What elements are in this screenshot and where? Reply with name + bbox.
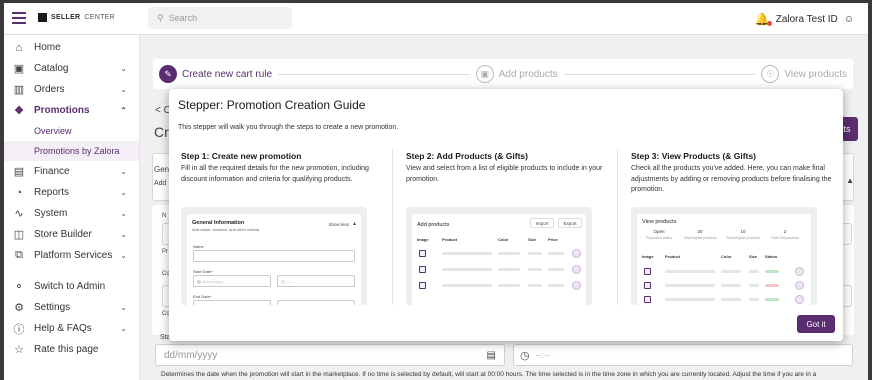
sidebar-item-system[interactable]: ∿ System ⌄ (4, 203, 139, 224)
chevron-down-icon: ⌄ (120, 64, 127, 73)
sidebar-item-finance[interactable]: ▤ Finance ⌄ (4, 161, 139, 182)
calendar-icon: ▤ (486, 349, 496, 361)
catalog-icon: ▣ (13, 63, 25, 75)
page-title: Cr (154, 124, 169, 140)
got-it-button[interactable]: Got it (797, 315, 835, 333)
home-icon: ⌂ (15, 41, 23, 54)
guide-step-3: Step 3: View Products (& Gifts) Check al… (631, 151, 832, 193)
platform-icon: ⧉ (15, 249, 23, 261)
finance-icon: ▤ (13, 166, 25, 178)
sidebar: ⌂ Home ▣ Catalog ⌄ ▥ Orders ⌄ ❖ Promotions ⌃ Ov… (4, 35, 140, 380)
start-date-row: dd/mm/yyyy ▤ ◷ --:-- (155, 344, 853, 366)
user-icon[interactable]: ☺ (844, 14, 854, 25)
pencil-icon: ✎ (159, 65, 177, 83)
user-name: Zalora Test ID (775, 13, 838, 25)
logo-icon (38, 13, 47, 22)
guide-step-2: Step 2: Add Products (& Gifts) View and … (406, 151, 603, 183)
modal-title: Stepper: Promotion Creation Guide (178, 98, 366, 112)
sidebar-subitem-promotions-by-zalora[interactable]: Promotions by Zalora (4, 141, 139, 161)
step-create-cart-rule: Create new cart rule (182, 68, 273, 80)
chevron-down-icon: ⌄ (120, 85, 127, 94)
preview-view-products: View products Open Promotion status 20 Tot… (631, 207, 817, 305)
step-view-products: View products (784, 68, 847, 80)
clock-icon: ◷ (520, 349, 530, 362)
help-icon: ⓘ (13, 323, 25, 336)
sidebar-item-switch-to-admin[interactable]: ⚬ Switch to Admin (4, 276, 139, 297)
user-menu[interactable]: 🔔 Zalora Test ID ☺ (755, 12, 854, 26)
chevron-down-icon: ⌄ (120, 230, 127, 239)
page-stepper: ✎ Create new cart rule ▣ Add products ☉ … (153, 59, 853, 89)
chevron-up-icon: ⌃ (120, 106, 127, 115)
preview-general-info: General Information Add name, duration, … (181, 207, 367, 305)
bell-icon[interactable]: 🔔 (755, 12, 772, 26)
store-icon: ◫ (13, 229, 25, 241)
guide-step-1: Step 1: Create new promotion Fill in all… (181, 151, 369, 183)
chevron-down-icon: ⌄ (120, 209, 127, 218)
search-input[interactable]: ⚲ Search (148, 7, 292, 29)
chevron-up-icon: ▲ (352, 221, 357, 227)
menu-icon[interactable] (12, 12, 26, 24)
start-date-help: Determines the date when the promotion w… (161, 371, 817, 378)
start-date-input[interactable]: dd/mm/yyyy ▤ (155, 344, 505, 366)
chevron-down-icon: ⌄ (120, 188, 127, 197)
top-bar: SELLER CENTER ⚲ Search 🔔 Zalora Test ID ☺ (4, 3, 868, 35)
gift-icon: ❖ (14, 105, 24, 117)
modal-description: This stepper will walk you through the s… (178, 124, 399, 131)
sidebar-item-home[interactable]: ⌂ Home (4, 37, 139, 58)
sidebar-item-promotions[interactable]: ❖ Promotions ⌃ (4, 100, 139, 121)
reports-icon: ◔ (15, 186, 23, 199)
logo[interactable]: SELLER CENTER (38, 13, 115, 22)
gear-icon: ⚙ (14, 302, 24, 314)
chevron-down-icon: ⌄ (120, 324, 127, 333)
sidebar-item-settings[interactable]: ⚙ Settings ⌄ (4, 297, 139, 318)
sidebar-item-rate-page[interactable]: ☆ Rate this page (4, 339, 139, 360)
sidebar-item-help[interactable]: ⓘ Help & FAQs ⌄ (4, 318, 139, 339)
start-time-input[interactable]: ◷ --:-- (513, 344, 853, 366)
chevron-down-icon: ⌄ (120, 303, 127, 312)
sidebar-item-platform-services[interactable]: ⧉ Platform Services ⌄ (4, 245, 139, 266)
step-add-products: Add products (498, 68, 558, 80)
sidebar-item-catalog[interactable]: ▣ Catalog ⌄ (4, 58, 139, 79)
chevron-down-icon: ⌄ (120, 167, 127, 176)
star-icon: ☆ (14, 344, 24, 356)
preview-add-products: Add products Import Export Image Product… (406, 207, 592, 305)
system-icon: ∿ (14, 208, 24, 220)
stepper-guide-modal: Stepper: Promotion Creation Guide This s… (169, 89, 843, 341)
sidebar-item-reports[interactable]: ◔ Reports ⌄ (4, 182, 139, 203)
eye-icon: ☉ (761, 65, 780, 83)
box-icon: ▣ (475, 65, 494, 83)
chevron-up-icon[interactable]: ▲ (846, 176, 854, 185)
app-window: SELLER CENTER ⚲ Search 🔔 Zalora Test ID ☺… (4, 3, 868, 380)
cart-icon: ▥ (13, 84, 25, 96)
switch-admin-icon: ⚬ (14, 281, 24, 293)
search-icon: ⚲ (157, 12, 164, 23)
chevron-down-icon: ⌄ (120, 251, 127, 260)
sidebar-item-orders[interactable]: ▥ Orders ⌄ (4, 79, 139, 100)
sidebar-item-store-builder[interactable]: ◫ Store Builder ⌄ (4, 224, 139, 245)
sidebar-subitem-overview[interactable]: Overview (4, 121, 139, 141)
